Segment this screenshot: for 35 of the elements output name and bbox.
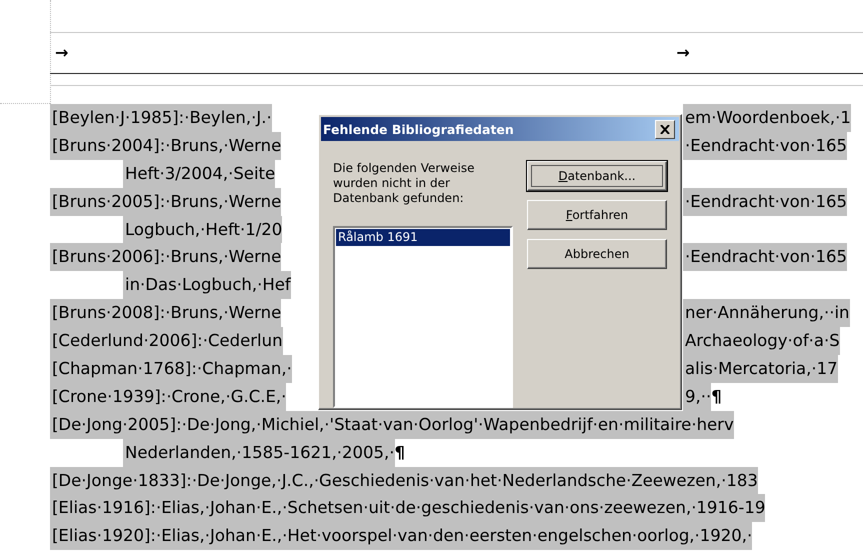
bibliography-entry: Nederlanden,·1585-1621,·2005,· — [123, 438, 395, 467]
bibliography-entry: [Bruns·2006]:·Bruns,·Werne — [50, 243, 282, 272]
bibliography-entry: [Elias·1916]:·Elias,·Johan·E.,·Schetsen·uit·de·geschiedenis·van·ons·zeewezen,·1916-19 — [50, 494, 766, 522]
bibliography-entry: ·Eendracht·von·165 — [683, 188, 847, 216]
bibliography-entry: [De·Jonge·1833]:·De·Jonge,·J.C.,·Geschiedenis·van·het·Nederlandsche·Zeewezen,·183 — [50, 466, 758, 494]
bibliography-entry: [Bruns·2004]:·Bruns,·Werne — [50, 132, 282, 160]
bibliography-entry: [Crone·1939]:·Crone,·G.C.E,· — [50, 382, 286, 411]
bibliography-entry: [Cederlund·2006]:·Cederlun — [50, 327, 283, 356]
bibliography-entry: ner·Annäherung,··in — [683, 299, 850, 328]
bibliography-entry: em·Woordenboek,·1 — [683, 104, 851, 132]
bibliography-entry: [Bruns·2008]:·Bruns,·Werne — [50, 299, 282, 328]
bibliography-entry: [Chapman·1768]:·Chapman,· — [50, 355, 292, 383]
dialog-message: Die folgenden Verweise wurden nicht in der Datenbank gefunden: — [333, 161, 476, 206]
tab-arrow: → — [55, 45, 68, 61]
bibliography-entry: [De·Jong·2005]:·De·Jong,·Michiel,·'Staat·van·Oorlog'·Wapenbedrijf·en·militaire·herv — [50, 410, 734, 439]
bibliography-entry: 9,·· — [683, 382, 712, 411]
bibliography-entry: [Beylen·J·1985]:·Beylen,·J.· — [50, 104, 272, 132]
list-item[interactable]: Rålamb 1691 — [336, 229, 510, 246]
tab-arrow: → — [676, 45, 690, 61]
bibliography-entry: ·Eendracht·von·165 — [683, 132, 847, 160]
bibliography-entry: Logbuch,·Heft·1/20 — [123, 216, 282, 244]
dialog-button[interactable]: Fortfahren — [527, 200, 667, 230]
bibliography-entry: in·Das·Logbuch,·Hef — [123, 271, 291, 300]
reference-list[interactable]: Rålamb 1691 — [333, 226, 513, 408]
close-icon — [660, 124, 670, 134]
bibliography-entry: Archaeology·of·a·S — [683, 327, 840, 356]
bibliography-entry: Heft·3/2004,·Seite — [123, 160, 276, 188]
bibliography-entry: [Bruns·2005]:·Bruns,·Werne — [50, 188, 282, 216]
bibliography-entry: alis·Mercatoria,·17 — [683, 355, 838, 383]
bibliography-entry: [Elias·1920]:·Elias,·Johan·E.,·Het·voorspel·van·den·eersten·engelschen·oorlog,·1920,· — [50, 522, 752, 550]
dialog-button[interactable]: Abbrechen — [527, 239, 667, 269]
dialog-button[interactable]: Datenbank... — [527, 161, 667, 191]
close-button[interactable] — [655, 120, 675, 138]
dialog-title: Fehlende Bibliografiedaten — [323, 122, 514, 136]
bibliography-entry: ·Eendracht·von·165 — [683, 243, 847, 272]
